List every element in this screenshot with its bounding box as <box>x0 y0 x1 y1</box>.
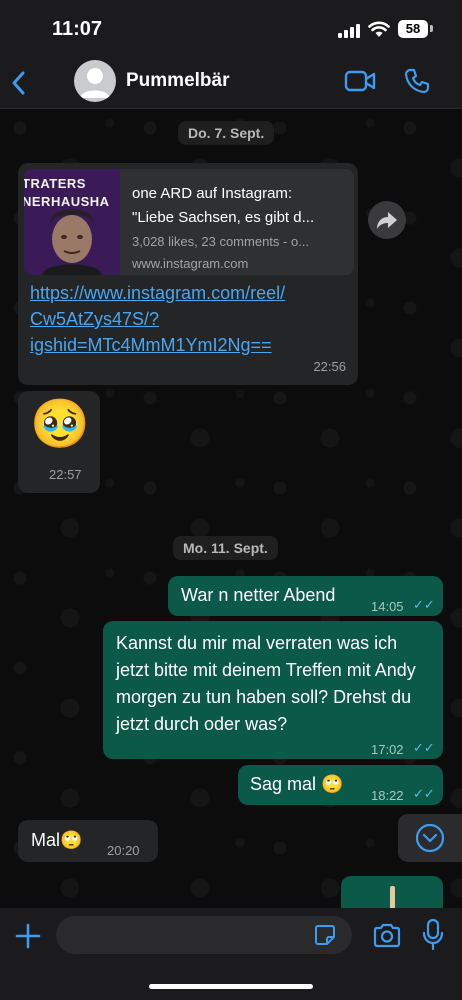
link-preview-card[interactable]: TRATERS NERHAUSHA one ARD auf Instagram:… <box>24 169 354 275</box>
read-receipt-icon: ✓✓ <box>413 740 435 755</box>
outgoing-message[interactable]: War n netter Abend 14:05 ✓✓ <box>168 576 443 616</box>
incoming-message[interactable]: Mal🙄 20:20 <box>18 820 158 862</box>
scroll-to-bottom-button[interactable] <box>398 814 462 862</box>
battery-tip <box>430 25 433 32</box>
link-line-1: https://www.instagram.com/reel/ <box>30 283 286 303</box>
outgoing-message[interactable]: Kannst du mir mal verraten was ich jetzt… <box>103 621 443 759</box>
message-time: 20:20 <box>107 843 140 858</box>
scroll-down-icon <box>415 823 445 853</box>
outgoing-message-partial[interactable] <box>341 876 443 910</box>
link-preview-title: one ARD auf Instagram: <box>132 185 293 202</box>
date-chip: Mo. 11. Sept. <box>173 536 278 560</box>
outgoing-message[interactable]: Sag mal 🙄 18:22 ✓✓ <box>238 765 443 805</box>
link-line-2: Cw5AtZys47S/? <box>30 309 160 329</box>
wifi-icon <box>368 21 390 37</box>
contact-name[interactable]: Pummelbär <box>126 70 229 92</box>
message-time: 17:02 <box>371 742 404 757</box>
partial-emoji <box>390 886 395 910</box>
sticker-icon[interactable] <box>314 924 336 946</box>
message-text: Mal🙄 <box>31 830 83 850</box>
plus-icon[interactable] <box>14 922 42 950</box>
message-time: 22:57 <box>49 467 82 482</box>
message-link[interactable]: https://www.instagram.com/reel/ Cw5AtZys… <box>30 280 350 358</box>
message-text: Kannst du mir mal verraten was ich jetzt… <box>116 633 416 734</box>
incoming-emoji-message[interactable]: 🥹 22:57 <box>18 391 100 493</box>
message-time: 22:56 <box>313 359 346 374</box>
incoming-link-message[interactable]: TRATERS NERHAUSHA one ARD auf Instagram:… <box>18 163 358 385</box>
read-receipt-icon: ✓✓ <box>413 786 435 801</box>
home-indicator <box>149 984 313 989</box>
share-button[interactable] <box>368 201 406 239</box>
share-icon <box>377 212 397 229</box>
avatar[interactable] <box>74 60 116 102</box>
message-text: War n netter Abend <box>181 585 336 605</box>
link-preview-thumbnail: TRATERS NERHAUSHA <box>24 169 120 275</box>
avatar-placeholder-icon <box>80 68 110 98</box>
phone-icon[interactable] <box>403 67 431 95</box>
chat-header: Pummelbär <box>0 58 462 109</box>
link-preview-domain: www.instagram.com <box>132 256 249 271</box>
read-receipt-icon: ✓✓ <box>413 597 435 612</box>
link-line-3: igshid=MTc4MmM1YmI2Ng== <box>30 335 272 355</box>
message-input[interactable] <box>56 916 352 954</box>
status-time: 11:07 <box>52 18 103 40</box>
message-time: 18:22 <box>371 788 404 803</box>
thumbnail-person-image <box>42 209 102 275</box>
video-call-icon[interactable] <box>344 68 376 94</box>
message-time: 14:05 <box>371 599 404 614</box>
mic-icon[interactable] <box>422 918 444 952</box>
battery-indicator: 58 <box>398 20 428 38</box>
message-emoji: 🥹 <box>30 398 90 451</box>
camera-icon[interactable] <box>372 921 402 949</box>
link-preview-subtitle: "Liebe Sachsen, es gibt d... <box>132 209 315 226</box>
status-bar: 11:07 58 <box>0 0 462 58</box>
back-icon[interactable] <box>8 68 32 98</box>
message-text: Sag mal 🙄 <box>250 774 344 794</box>
date-chip: Do. 7. Sept. <box>178 121 275 145</box>
signal-icon <box>338 24 362 38</box>
